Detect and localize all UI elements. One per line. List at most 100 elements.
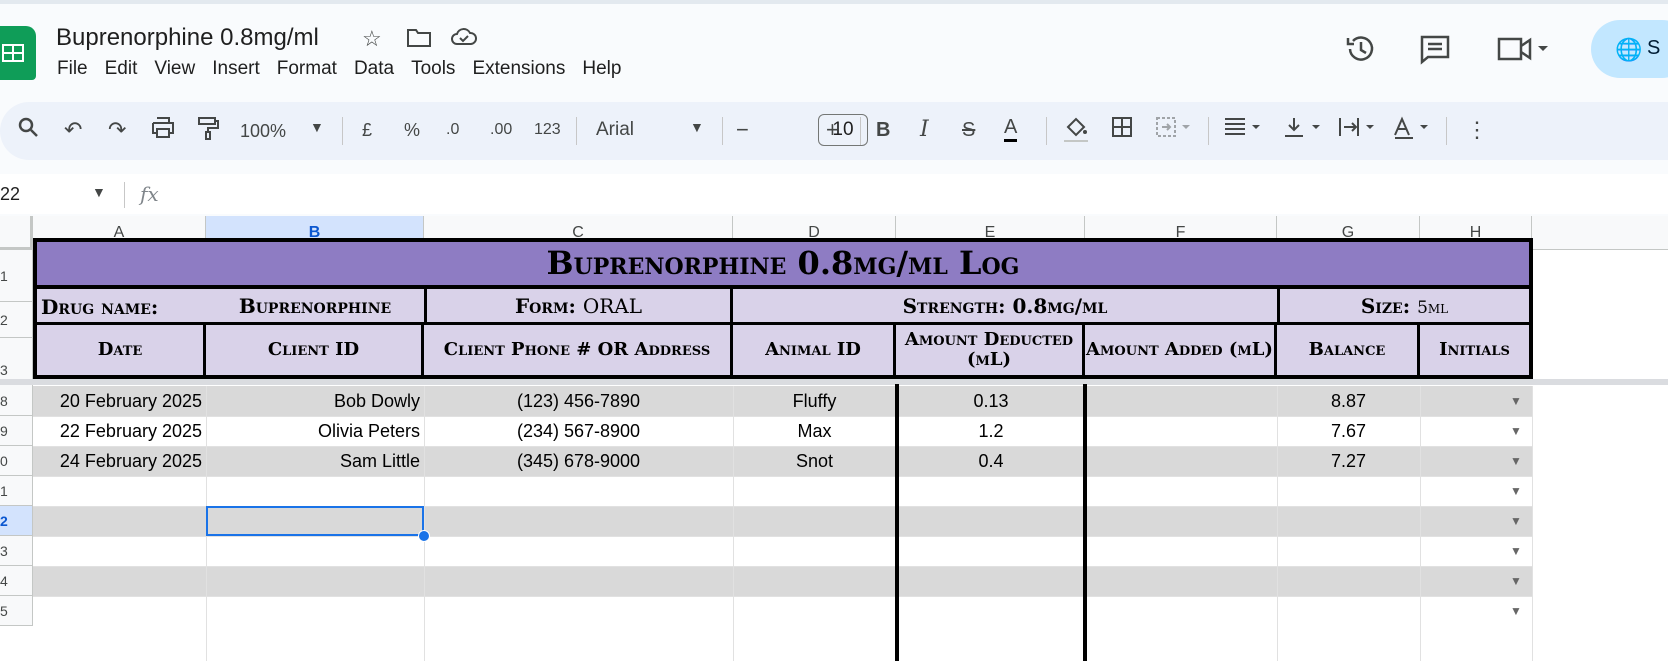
cloud-saved-icon[interactable]: [450, 26, 478, 54]
italic-icon[interactable]: I: [920, 115, 929, 145]
bold-icon[interactable]: B: [876, 115, 890, 145]
row-header[interactable]: 0: [0, 446, 33, 476]
menu-help[interactable]: Help: [582, 58, 621, 80]
cell-amount-added[interactable]: [1087, 386, 1277, 416]
header-animal-id[interactable]: Animal ID: [733, 325, 896, 379]
menu-data[interactable]: Data: [354, 58, 394, 80]
cell-amount-deducted[interactable]: 0.4: [899, 446, 1083, 476]
name-box[interactable]: 22: [0, 184, 20, 205]
horizontal-align-icon[interactable]: [1222, 115, 1266, 147]
cell-animal-id[interactable]: Max: [733, 416, 896, 446]
search-menus-icon[interactable]: [16, 115, 40, 147]
folder-icon[interactable]: [406, 26, 432, 54]
more-formats-button[interactable]: 123: [534, 115, 561, 145]
header-client-phone[interactable]: Client Phone # OR Address: [424, 325, 733, 379]
undo-icon[interactable]: ↶: [64, 115, 82, 145]
menu-edit[interactable]: Edit: [105, 58, 138, 80]
version-history-icon[interactable]: [1344, 32, 1378, 73]
row-header[interactable]: 1: [0, 476, 33, 506]
header-amount-added[interactable]: Amount Added (mL): [1085, 325, 1277, 379]
fill-handle[interactable]: [418, 530, 430, 542]
cell-balance[interactable]: 8.87: [1277, 386, 1420, 416]
cell-balance[interactable]: 7.27: [1277, 446, 1420, 476]
initials-dropdown-icon[interactable]: ▼: [1510, 424, 1522, 438]
document-title[interactable]: Buprenorphine 0.8mg/ml: [56, 24, 319, 52]
menu-file[interactable]: File: [57, 58, 88, 80]
drug-name-label[interactable]: Drug name:: [33, 289, 206, 325]
menu-insert[interactable]: Insert: [212, 58, 260, 80]
print-icon[interactable]: [150, 115, 176, 147]
vertical-align-icon[interactable]: [1282, 115, 1326, 147]
row-header[interactable]: 9: [0, 416, 33, 446]
increase-font-size-button[interactable]: +: [826, 115, 839, 145]
strength-cell[interactable]: Strength: 0.8mg/ml: [733, 289, 1277, 325]
share-button[interactable]: 🌐 S: [1591, 20, 1668, 78]
initials-dropdown-icon[interactable]: ▼: [1510, 514, 1522, 528]
cell-client-id[interactable]: Sam Little: [206, 446, 424, 476]
star-icon[interactable]: ☆: [362, 26, 382, 52]
select-all-corner[interactable]: [0, 216, 33, 250]
cell-animal-id[interactable]: Snot: [733, 446, 896, 476]
font-family-select[interactable]: Arial: [596, 115, 634, 145]
decrease-decimal-button[interactable]: .0: [446, 115, 459, 145]
decrease-font-size-button[interactable]: −: [736, 115, 749, 145]
header-balance[interactable]: Balance: [1277, 325, 1420, 379]
frozen-rows-divider[interactable]: [0, 379, 1668, 385]
zoom-select[interactable]: 100%: [240, 116, 286, 146]
initials-dropdown-icon[interactable]: ▼: [1510, 604, 1522, 618]
menu-tools[interactable]: Tools: [411, 58, 455, 80]
strikethrough-icon[interactable]: S: [962, 115, 975, 145]
paint-format-icon[interactable]: [196, 115, 220, 149]
spreadsheet-grid[interactable]: A B C D E F G H 1 2 3 8 9 0 1 2 3 4 5 Bu…: [0, 216, 1668, 661]
initials-dropdown-icon[interactable]: ▼: [1510, 454, 1522, 468]
row-header[interactable]: 4: [0, 566, 33, 596]
header-client-id[interactable]: Client ID: [206, 325, 424, 379]
initials-dropdown-icon[interactable]: ▼: [1510, 484, 1522, 498]
initials-dropdown-icon[interactable]: ▼: [1510, 394, 1522, 408]
row-header-selected[interactable]: 2: [0, 506, 33, 536]
row-header[interactable]: 8: [0, 386, 33, 416]
menu-view[interactable]: View: [154, 58, 195, 80]
percent-format-button[interactable]: %: [404, 115, 420, 145]
merge-cells-icon[interactable]: [1154, 115, 1194, 147]
sheets-logo-icon[interactable]: [0, 26, 36, 80]
cell-phone[interactable]: (234) 567-8900: [424, 416, 733, 446]
header-initials[interactable]: Initials: [1420, 325, 1533, 379]
name-box-chevron-down-icon[interactable]: ▼: [92, 184, 106, 200]
text-color-icon[interactable]: A: [1004, 115, 1018, 142]
cell-date[interactable]: 20 February 2025: [33, 386, 206, 416]
row-header[interactable]: 1: [0, 250, 33, 302]
cell-phone[interactable]: (123) 456-7890: [424, 386, 733, 416]
initials-dropdown-icon[interactable]: ▼: [1510, 544, 1522, 558]
drug-name-value[interactable]: Buprenorphine: [206, 289, 424, 325]
row-header[interactable]: 3: [0, 536, 33, 566]
increase-decimal-button[interactable]: .00: [490, 115, 512, 145]
cell-amount-deducted[interactable]: 1.2: [899, 416, 1083, 446]
header-date[interactable]: Date: [33, 325, 206, 379]
log-title[interactable]: Buprenorphine 0.8mg/ml Log: [33, 238, 1533, 289]
meet-icon[interactable]: [1496, 34, 1550, 71]
cell-balance[interactable]: 7.67: [1277, 416, 1420, 446]
header-amount-deducted[interactable]: Amount Deducted (mL): [896, 325, 1085, 379]
active-cell-selection[interactable]: [206, 506, 424, 536]
form-cell[interactable]: Form: ORAL: [424, 289, 733, 325]
cell-animal-id[interactable]: Fluffy: [733, 386, 896, 416]
text-wrapping-icon[interactable]: [1336, 115, 1380, 147]
cell-client-id[interactable]: Olivia Peters: [206, 416, 424, 446]
initials-dropdown-icon[interactable]: ▼: [1510, 574, 1522, 588]
cell-phone[interactable]: (345) 678-9000: [424, 446, 733, 476]
row-header[interactable]: 5: [0, 596, 33, 626]
menu-extensions[interactable]: Extensions: [472, 58, 565, 80]
redo-icon[interactable]: ↷: [108, 115, 126, 145]
borders-icon[interactable]: [1110, 115, 1134, 147]
size-cell[interactable]: Size: 5ml: [1277, 289, 1533, 325]
more-options-icon[interactable]: ⋮: [1466, 115, 1488, 145]
comments-icon[interactable]: [1418, 32, 1452, 73]
cell-date[interactable]: 24 February 2025: [33, 446, 206, 476]
fill-color-icon[interactable]: [1062, 115, 1090, 151]
cell-date[interactable]: 22 February 2025: [33, 416, 206, 446]
cell-client-id[interactable]: Bob Dowly: [206, 386, 424, 416]
currency-format-button[interactable]: £: [362, 115, 372, 145]
cell-amount-deducted[interactable]: 0.13: [899, 386, 1083, 416]
cell-amount-added[interactable]: [1087, 416, 1277, 446]
